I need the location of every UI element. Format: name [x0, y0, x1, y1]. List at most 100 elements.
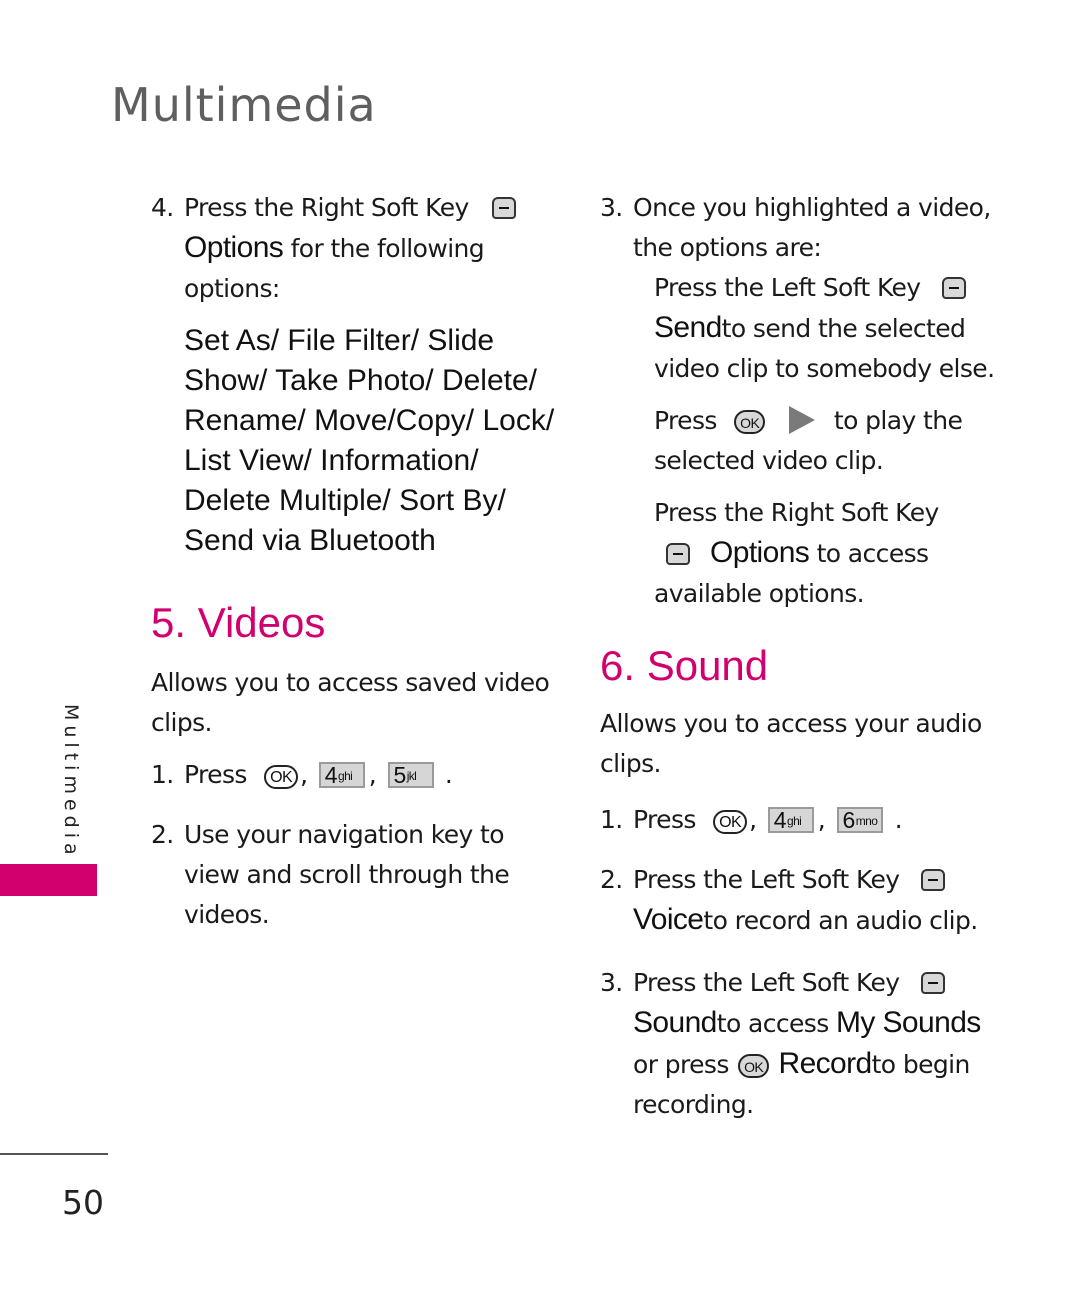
step-text: the options are: [633, 233, 822, 262]
step-text: Press [184, 760, 247, 789]
videos-step-3: 3. Once you highlighted a video, the opt… [600, 188, 1020, 268]
step-text: Use your navigation key to [184, 820, 505, 849]
footer-divider [0, 1153, 108, 1155]
sound-step-2: 2. Press the Left Soft Key Voiceto recor… [600, 860, 1020, 941]
step-number: 1. [600, 805, 623, 834]
step-text: to access [716, 1009, 829, 1038]
step-text: Press the Left Soft Key [654, 273, 921, 302]
play-icon [788, 406, 815, 434]
step-text: to begin [871, 1050, 971, 1079]
step-text: to record an audio clip. [703, 906, 978, 935]
step-4: 4. Press the Right Soft Key Options for … [151, 188, 571, 309]
section-title-videos: 5. Videos [151, 599, 326, 646]
step-text: or press [633, 1050, 729, 1079]
description-line: clips. [151, 708, 212, 737]
step-number: 3. [600, 193, 623, 222]
option-send: Press the Left Soft Key Sendto send the … [600, 268, 1020, 389]
period: . [894, 805, 903, 834]
separator: , [300, 760, 308, 789]
step-text: Once you highlighted a video, [633, 193, 991, 222]
step-number: 4. [151, 193, 174, 222]
key-digit: 4 [324, 762, 338, 788]
key-label-options: Options [184, 231, 284, 264]
sound-step-3: 3. Press the Left Soft Key Soundto acces… [600, 963, 1020, 1125]
videos-step-1: 1. Press OK, 4ghi, 5jkl . [151, 755, 571, 795]
options-line: List View/ Information/ [184, 444, 479, 477]
side-tab-label: Multimedia [60, 704, 82, 860]
ok-key-icon: OK [713, 810, 748, 834]
step-text: view and scroll through the [184, 860, 510, 889]
key-digit: 4 [773, 807, 787, 833]
left-soft-key-icon [941, 277, 966, 299]
videos-step-2: 2. Use your navigation key to view and s… [151, 815, 571, 935]
key-digit: 6 [842, 807, 856, 833]
step-text: selected video clip. [654, 446, 884, 475]
separator: , [749, 805, 757, 834]
step-text: Press [633, 805, 696, 834]
target-my-sounds: My Sounds [836, 1006, 981, 1039]
key-letters: jkl [406, 769, 417, 783]
right-soft-key-icon [492, 197, 517, 219]
step-text: Press the Right Soft Key [654, 498, 939, 527]
ok-key-icon: OK [734, 410, 766, 434]
key-label-record: Record [778, 1047, 873, 1080]
key-label-send: Send [654, 311, 722, 344]
key-letters: ghi [787, 814, 802, 828]
key-4-icon: 4ghi [767, 807, 814, 833]
key-letters: ghi [338, 769, 353, 783]
ok-key-icon: OK [738, 1054, 770, 1078]
separator: , [368, 760, 377, 789]
options-line: Delete Multiple/ Sort By/ [184, 484, 506, 517]
description-line: clips. [600, 749, 661, 778]
page-number: 50 [62, 1183, 104, 1222]
options-line: Show/ Take Photo/ Delete/ [184, 364, 537, 397]
separator: , [817, 805, 826, 834]
description-line: Allows you to access saved video [151, 668, 550, 697]
step-text: videos. [184, 900, 270, 929]
step-text: Press the Left Soft Key [633, 968, 900, 997]
step-text: Press [654, 406, 717, 435]
options-line: Rename/ Move/Copy/ Lock/ [184, 404, 555, 437]
step-text: to play the [833, 406, 963, 435]
right-soft-key-icon [666, 543, 690, 565]
step-number: 3. [600, 968, 623, 997]
step-text: recording. [633, 1090, 754, 1119]
step-text: to access [816, 539, 929, 568]
left-column: 4. Press the Right Soft Key Options for … [151, 188, 571, 935]
period: . [444, 760, 453, 789]
key-digit: 5 [393, 762, 407, 788]
step-number: 2. [151, 820, 174, 849]
side-tab-marker [0, 864, 97, 896]
page-title: Multimedia [111, 78, 377, 132]
step-text: video clip to somebody else. [654, 354, 995, 383]
step-number: 2. [600, 865, 623, 894]
step-text: available options. [654, 579, 865, 608]
options-line: Set As/ File Filter/ Slide [184, 324, 495, 357]
key-4-icon: 4ghi [318, 762, 365, 788]
step-text: options: [184, 274, 280, 303]
key-5-icon: 5jkl [387, 762, 434, 788]
right-column: 3. Once you highlighted a video, the opt… [600, 188, 1020, 1125]
left-soft-key-icon [920, 972, 945, 994]
sound-step-1: 1. Press OK, 4ghi, 6mno . [600, 800, 1020, 840]
option-options: Press the Right Soft Key Options to acce… [600, 493, 1020, 614]
step-text: Press the Left Soft Key [633, 865, 900, 894]
step-text: Press the Right Soft Key [184, 193, 469, 222]
key-label-options: Options [710, 536, 810, 569]
key-6-icon: 6mno [836, 807, 884, 833]
option-play: Press OK to play the selected video clip… [600, 401, 1020, 481]
description-line: Allows you to access your audio [600, 709, 982, 738]
section-title-sound: 6. Sound [600, 642, 769, 689]
key-letters: mno [855, 814, 878, 828]
key-label-voice: Voice [633, 903, 704, 936]
options-line: Send via Bluetooth [184, 524, 436, 557]
left-soft-key-icon [920, 869, 945, 891]
step-text: for the following [290, 234, 485, 263]
sound-description: Allows you to access your audio clips. [600, 704, 1020, 784]
options-list: Set As/ File Filter/ Slide Show/ Take Ph… [184, 321, 571, 561]
step-number: 1. [151, 760, 174, 789]
key-label-sound: Sound [633, 1006, 717, 1039]
videos-description: Allows you to access saved video clips. [151, 663, 571, 743]
ok-key-icon: OK [264, 765, 299, 789]
step-text: to send the selected [721, 314, 966, 343]
